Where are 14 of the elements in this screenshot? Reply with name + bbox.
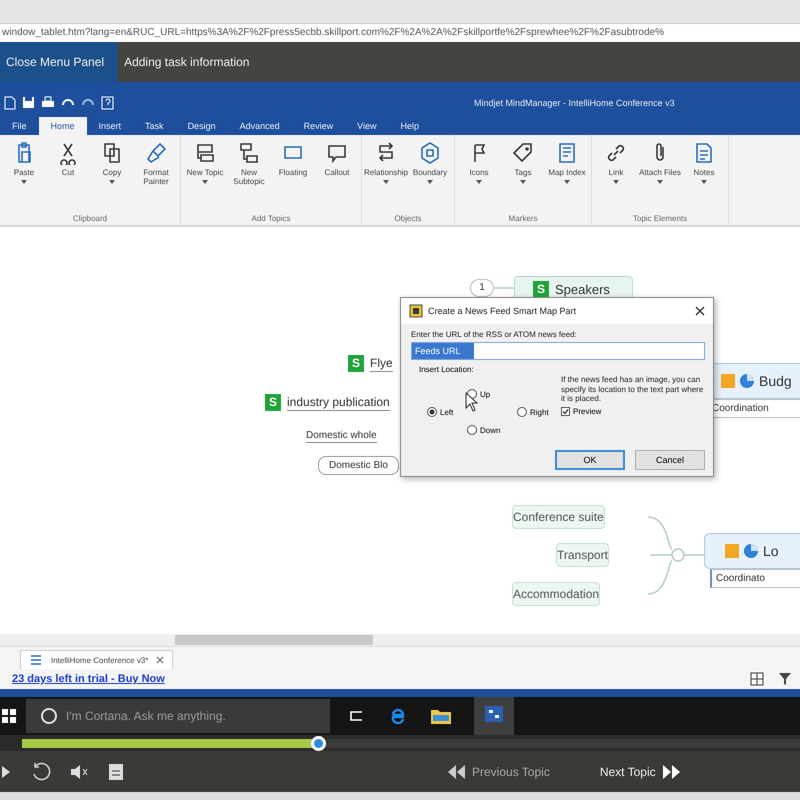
- tag-label: Coordinato: [710, 569, 800, 588]
- group-label: Add Topics: [252, 214, 290, 223]
- marker-icon: S: [533, 281, 549, 298]
- group-label: Objects: [394, 214, 422, 223]
- marker-icon: S: [348, 355, 364, 372]
- group-label: Markers: [508, 214, 538, 223]
- topic-text: Speakers: [555, 282, 610, 297]
- marker-icon: S: [265, 394, 281, 411]
- field-label: Enter the URL of the RSS or ATOM news feed:: [411, 330, 578, 339]
- group-label: Topic Elements: [632, 214, 688, 223]
- group-label: Clipboard: [72, 214, 108, 223]
- dialog-title: Create a News Feed Smart Map Part: [428, 306, 578, 316]
- group-label: Insert Location:: [419, 365, 474, 374]
- window-title: Mindjet MindManager - IntelliHome Conference v3: [474, 98, 675, 108]
